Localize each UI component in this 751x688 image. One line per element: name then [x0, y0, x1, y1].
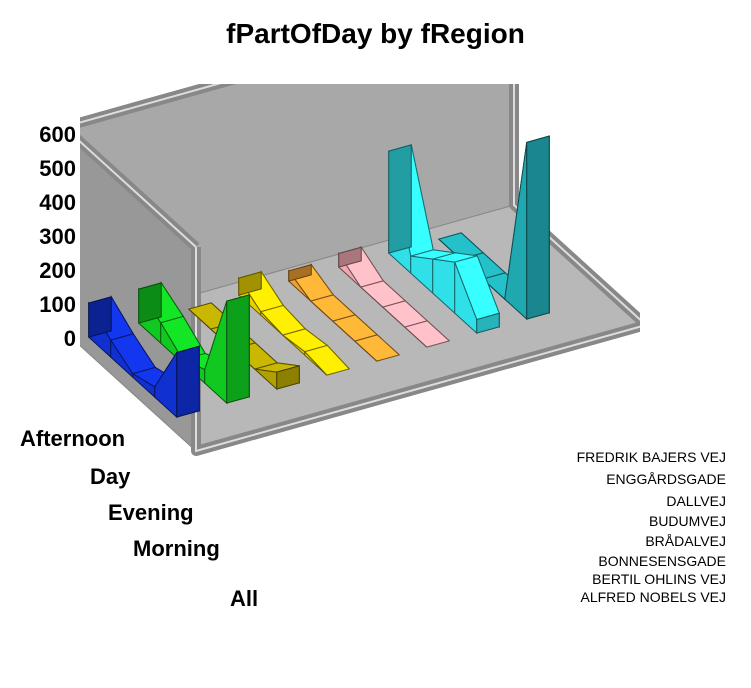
y-tick-400: 400	[10, 192, 76, 214]
region-bradal: BRÅDALVEJ	[645, 533, 726, 549]
region-budum: BUDUMVEJ	[649, 513, 726, 529]
y-tick-0: 0	[10, 328, 76, 350]
y-tick-100: 100	[10, 294, 76, 316]
chart-area: 600 500 400 300 200 100 0 Afternoon Day …	[10, 54, 730, 654]
y-tick-300: 300	[10, 226, 76, 248]
region-dallvej: DALLVEJ	[666, 493, 726, 509]
chart-title: fPartOfDay by fRegion	[10, 18, 741, 50]
chart-3d-svg	[80, 84, 640, 634]
y-tick-200: 200	[10, 260, 76, 282]
y-tick-600: 600	[10, 124, 76, 146]
y-tick-500: 500	[10, 158, 76, 180]
